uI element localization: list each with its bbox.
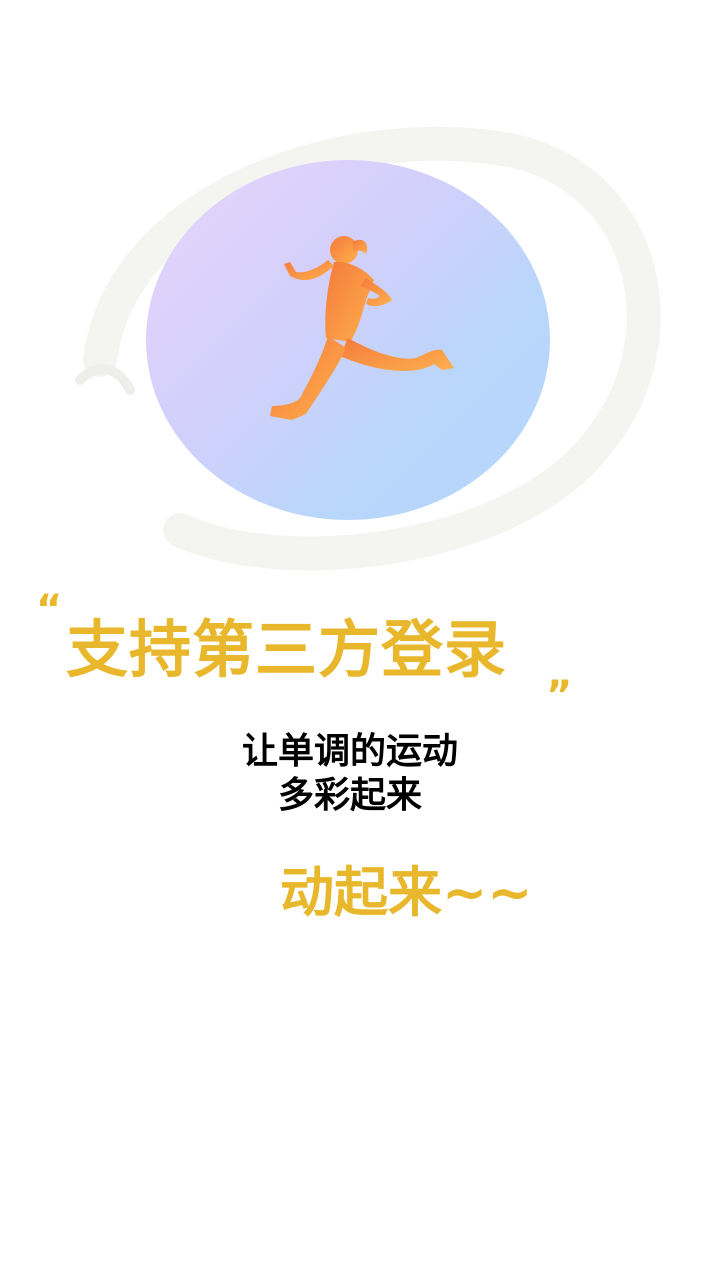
- subtitle-line-2: 多彩起来: [277, 775, 422, 816]
- close-quote-mark: ”: [546, 673, 572, 719]
- subtitle-line-1: 让单调的运动: [241, 731, 458, 772]
- runner-icon: [270, 236, 454, 420]
- open-quote-mark: “: [36, 587, 62, 633]
- splash-page: “ 支持第三方登录 ” 让单调的运动 多彩起来 动起来~~: [0, 0, 720, 1280]
- headline-title: 支持第三方登录: [66, 613, 508, 686]
- hero-circle: [146, 160, 550, 520]
- cta-text: 动起来~~: [280, 861, 533, 924]
